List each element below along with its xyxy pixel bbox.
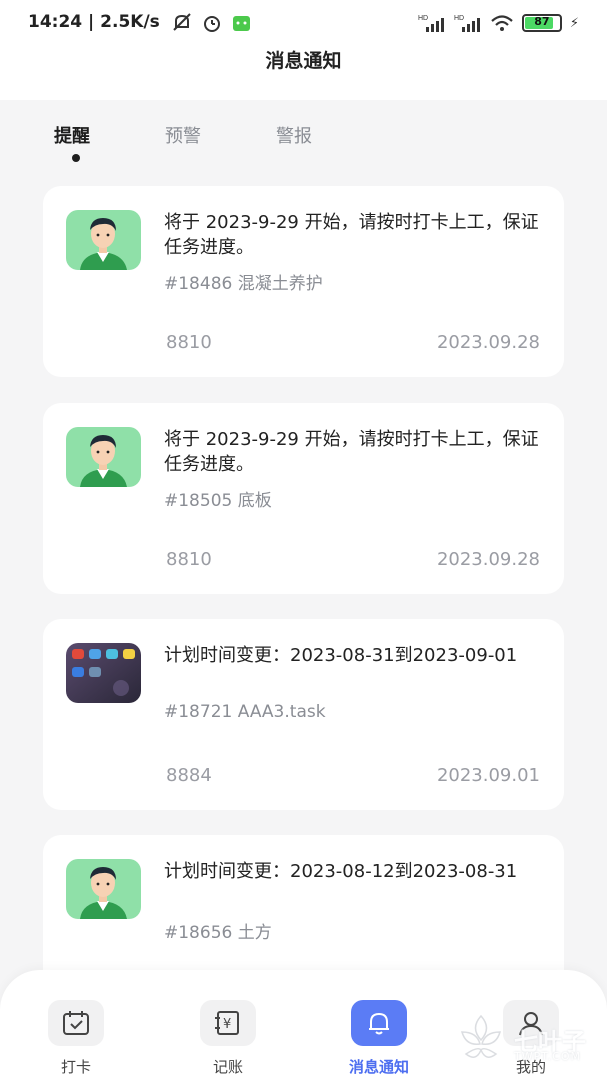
top-bar: 14:24 | 2.5K/s HD HD 87 ⚡ 消息通知 bbox=[0, 0, 607, 100]
nav-item-notifications[interactable]: 消息通知 bbox=[329, 1000, 429, 1077]
task-reference: #18505 底板 bbox=[164, 491, 272, 511]
signal-icon: HD bbox=[418, 15, 444, 32]
page-title: 消息通知 bbox=[265, 50, 342, 72]
nav-item-clock-in[interactable]: 打卡 bbox=[26, 1000, 126, 1077]
sender-id: 8810 bbox=[166, 549, 212, 570]
status-time: 14:24 | 2.5K/s bbox=[28, 12, 160, 32]
task-reference: #18486 混凝土养护 bbox=[164, 274, 323, 294]
alarm-icon bbox=[204, 16, 220, 32]
nav-label: 打卡 bbox=[60, 1058, 91, 1076]
svg-text:HD: HD bbox=[454, 15, 464, 22]
person-avatar bbox=[66, 859, 141, 919]
status-notification-icons bbox=[173, 13, 250, 32]
nav-item-accounting[interactable]: ¥ 记账 bbox=[178, 1000, 278, 1077]
svg-text:HD: HD bbox=[418, 15, 428, 22]
status-right: HD HD 87 ⚡ bbox=[418, 12, 579, 34]
watermark-subtext: TWPT.COM bbox=[514, 1050, 581, 1063]
bell-icon bbox=[351, 1000, 407, 1046]
mute-icon bbox=[173, 13, 191, 31]
person-avatar bbox=[66, 427, 141, 487]
sender-id: 8810 bbox=[166, 332, 212, 353]
message-date: 2023.09.01 bbox=[436, 765, 540, 786]
leaf-logo-icon bbox=[461, 1014, 501, 1058]
app-notification-icon bbox=[233, 16, 250, 31]
calendar-check-icon bbox=[48, 1000, 104, 1046]
message-card[interactable]: 计划时间变更：2023-08-31到2023-09-01 #18721 AAA3… bbox=[43, 619, 564, 810]
signal-icon: HD bbox=[454, 15, 480, 32]
message-text: 将于 2023-9-29 开始，请按时打卡上工，保证任务进度。 bbox=[164, 212, 539, 258]
person-avatar bbox=[66, 210, 141, 270]
watermark-logo: 七叶子 TWPT.COM bbox=[452, 1010, 602, 1070]
ledger-yen-icon: ¥ bbox=[200, 1000, 256, 1046]
message-text: 将于 2023-9-29 开始，请按时打卡上工，保证任务进度。 bbox=[164, 429, 539, 475]
message-text: 计划时间变更：2023-08-12到2023-08-31 bbox=[164, 861, 518, 882]
sender-id: 8884 bbox=[166, 765, 212, 786]
svg-text:¥: ¥ bbox=[223, 1017, 231, 1032]
task-reference: #18721 AAA3.task bbox=[164, 702, 326, 722]
nav-label: 记账 bbox=[212, 1058, 243, 1076]
battery-icon: 87 bbox=[521, 14, 562, 32]
message-card[interactable]: 将于 2023-9-29 开始，请按时打卡上工，保证任务进度。 #18505 底… bbox=[43, 403, 564, 594]
wifi-icon bbox=[491, 15, 513, 31]
charging-icon: ⚡ bbox=[569, 15, 579, 31]
message-date: 2023.09.28 bbox=[436, 332, 540, 353]
tab-alarm[interactable]: 警报 bbox=[276, 122, 312, 148]
message-card[interactable]: 将于 2023-9-29 开始，请按时打卡上工，保证任务进度。 #18486 混… bbox=[43, 186, 564, 377]
active-tab-indicator bbox=[72, 154, 80, 162]
tab-warning[interactable]: 预警 bbox=[165, 122, 201, 148]
message-date: 2023.09.28 bbox=[436, 549, 540, 570]
message-text: 计划时间变更：2023-08-31到2023-09-01 bbox=[164, 645, 518, 666]
tab-reminder[interactable]: 提醒 bbox=[54, 122, 90, 148]
task-reference: #18656 土方 bbox=[164, 923, 272, 943]
phone-screenshot-avatar bbox=[66, 643, 141, 703]
nav-label: 消息通知 bbox=[348, 1058, 409, 1076]
